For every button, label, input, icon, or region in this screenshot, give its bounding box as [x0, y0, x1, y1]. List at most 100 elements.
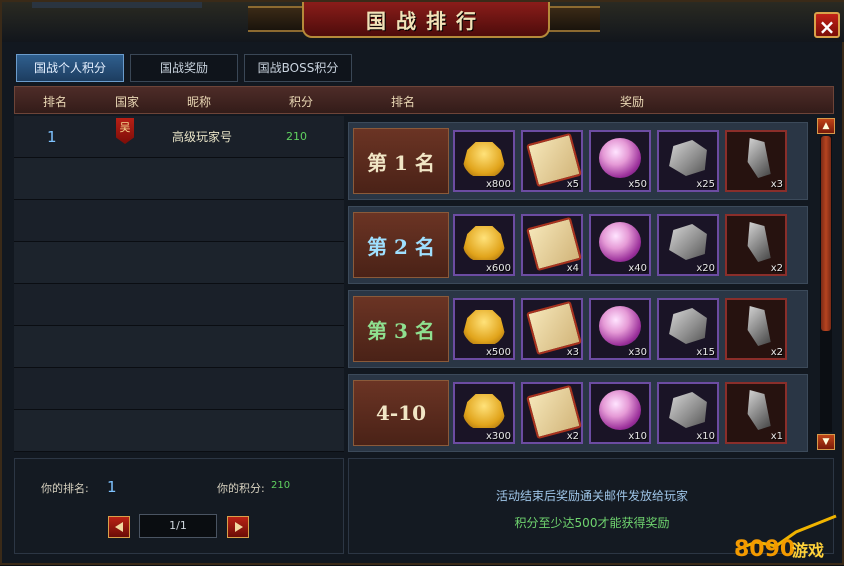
tab-personal-score[interactable]: 国战个人积分 — [16, 54, 124, 82]
reward-rank-label: 第 2 名 — [353, 212, 449, 278]
table-row[interactable]: 1 吴 高级玩家号 210 — [14, 116, 344, 158]
header-rank: 排名 — [43, 95, 68, 109]
title-plate: 国战排行 — [302, 2, 550, 38]
gold-ingot-icon — [463, 310, 505, 344]
notice-mail-text: 活动结束后奖励通关邮件发放给玩家 — [495, 489, 688, 503]
arrow-left-icon — [115, 522, 123, 532]
reward-item-quantity: x2 — [770, 347, 783, 358]
reward-item-slot[interactable]: x15 — [657, 298, 719, 360]
table-row — [14, 242, 344, 284]
reward-item-slot[interactable]: x1 — [725, 382, 787, 444]
reward-item-quantity: x10 — [696, 431, 715, 442]
reward-item-slot[interactable]: x3 — [521, 298, 583, 360]
reward-item-slot[interactable]: x4 — [521, 214, 583, 276]
reward-row: 第 2 名 x600 x4 x40 x20 x2 — [348, 206, 808, 284]
reward-rank-label: 4-10 — [353, 380, 449, 446]
gold-ingot-icon — [463, 394, 505, 428]
reward-rank-label: 第 3 名 — [353, 296, 449, 362]
reward-item-slot[interactable]: x40 — [589, 214, 651, 276]
blade-shard-icon — [747, 306, 771, 346]
header-nickname: 昵称 — [187, 95, 212, 109]
stone-icon — [669, 392, 707, 428]
reward-item-quantity: x3 — [566, 347, 579, 358]
reward-item-quantity: x1 — [770, 431, 783, 442]
header-reward-rank: 排名 — [391, 95, 416, 109]
reward-item-slot[interactable]: x2 — [725, 214, 787, 276]
prev-page-button[interactable] — [108, 516, 130, 538]
stone-icon — [669, 224, 707, 260]
next-page-button[interactable] — [227, 516, 249, 538]
reward-item-quantity: x3 — [770, 179, 783, 190]
reward-item-slot[interactable]: x5 — [521, 130, 583, 192]
table-row — [14, 284, 344, 326]
title-bar: 国战排行 — [2, 2, 844, 42]
reward-item-slot[interactable]: x300 — [453, 382, 515, 444]
ranking-window: 国战排行 × 国战个人积分 国战奖励 国战BOSS积分 排名 国家 昵称 积分 … — [0, 0, 844, 565]
reward-item-slot[interactable]: x25 — [657, 130, 719, 192]
reward-item-quantity: x500 — [485, 347, 511, 358]
stone-icon — [669, 308, 707, 344]
reward-item-quantity: x40 — [628, 263, 647, 274]
my-rank-value: 1 — [107, 478, 117, 496]
reward-item-slot[interactable]: x30 — [589, 298, 651, 360]
my-rank-label: 你的排名: — [41, 482, 89, 495]
pink-orb-icon — [599, 306, 641, 346]
player-score: 210 — [286, 130, 307, 143]
reward-rank-label: 第 1 名 — [353, 128, 449, 194]
close-button[interactable]: × — [814, 12, 840, 39]
tab-bar: 国战个人积分 国战奖励 国战BOSS积分 — [16, 54, 352, 82]
page-indicator: 1/1 — [139, 514, 217, 538]
table-header: 排名 国家 昵称 积分 排名 奖励 — [14, 86, 834, 114]
tab-rewards[interactable]: 国战奖励 — [130, 54, 238, 82]
scroll-thumb[interactable] — [821, 136, 831, 331]
window-title: 国战排行 — [366, 8, 486, 33]
header-score: 积分 — [289, 95, 314, 109]
my-score-label: 你的积分: — [217, 482, 265, 495]
blade-shard-icon — [747, 390, 771, 430]
reward-scrollbar[interactable]: ▲ ▼ — [817, 116, 835, 452]
tab-boss-score[interactable]: 国战BOSS积分 — [244, 54, 352, 82]
reward-row: 4-10 x300 x2 x10 x10 x1 — [348, 374, 808, 452]
reward-item-quantity: x20 — [696, 263, 715, 274]
pink-orb-icon — [599, 138, 641, 178]
reward-item-slot[interactable]: x800 — [453, 130, 515, 192]
reward-item-slot[interactable]: x600 — [453, 214, 515, 276]
my-rank-panel: 你的排名: 1 你的积分: 210 1/1 — [14, 458, 344, 554]
blade-shard-icon — [747, 222, 771, 262]
gold-ingot-icon — [463, 142, 505, 176]
reward-item-slot[interactable]: x2 — [725, 298, 787, 360]
reward-item-quantity: x50 — [628, 179, 647, 190]
blade-shard-icon — [747, 138, 771, 178]
player-rank: 1 — [47, 128, 57, 146]
reward-item-quantity: x5 — [566, 179, 579, 190]
reward-item-slot[interactable]: x10 — [657, 382, 719, 444]
reward-item-quantity: x30 — [628, 347, 647, 358]
header-reward: 奖励 — [620, 95, 645, 109]
pink-orb-icon — [599, 390, 641, 430]
reward-item-slot[interactable]: x50 — [589, 130, 651, 192]
table-row — [14, 326, 344, 368]
reward-item-quantity: x10 — [628, 431, 647, 442]
watermark-logo-graphic: 8090 游戏 — [734, 514, 837, 562]
header-nation: 国家 — [115, 95, 140, 109]
my-score-value: 210 — [271, 480, 291, 491]
reward-item-quantity: x300 — [485, 431, 511, 442]
scroll-down-button[interactable]: ▼ — [817, 434, 835, 450]
reward-item-quantity: x15 — [696, 347, 715, 358]
table-row — [14, 158, 344, 200]
reward-item-slot[interactable]: x10 — [589, 382, 651, 444]
reward-item-slot[interactable]: x500 — [453, 298, 515, 360]
table-row — [14, 200, 344, 242]
scroll-up-button[interactable]: ▲ — [817, 118, 835, 134]
scroll-track[interactable] — [820, 136, 832, 432]
reward-item-quantity: x600 — [485, 263, 511, 274]
reward-item-slot[interactable]: x2 — [521, 382, 583, 444]
reward-row: 第 3 名 x500 x3 x30 x15 x2 — [348, 290, 808, 368]
reward-item-slot[interactable]: x3 — [725, 130, 787, 192]
nation-banner-icon: 吴 — [116, 118, 134, 144]
player-ranking-list: 1 吴 高级玩家号 210 — [14, 116, 344, 452]
reward-item-quantity: x2 — [770, 263, 783, 274]
reward-item-slot[interactable]: x20 — [657, 214, 719, 276]
arrow-right-icon — [235, 522, 243, 532]
svg-text:游戏: 游戏 — [792, 541, 824, 560]
